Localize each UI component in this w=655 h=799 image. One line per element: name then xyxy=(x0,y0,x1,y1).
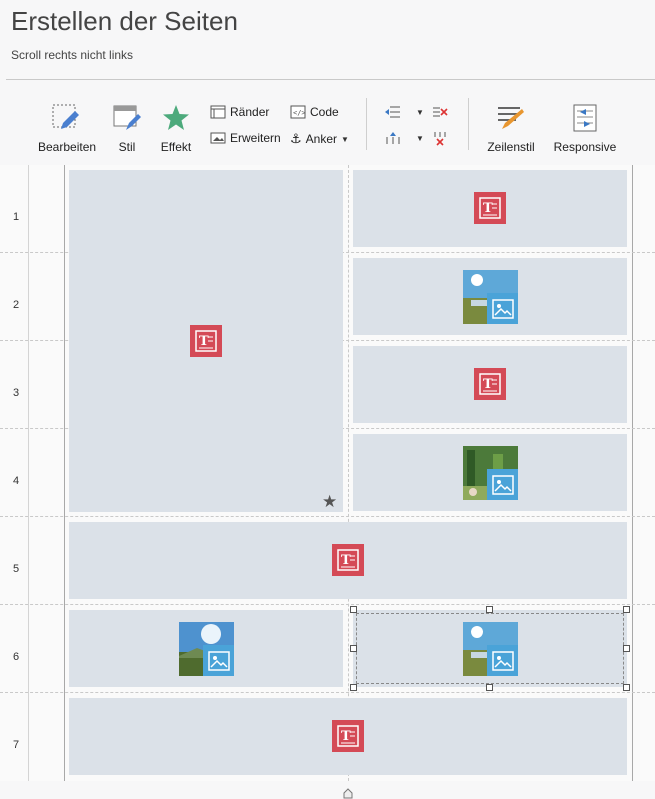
bearbeiten-button[interactable]: Bearbeiten xyxy=(38,103,97,154)
zeilenstil-label: Zeilenstil xyxy=(487,140,535,154)
resize-handle-nw[interactable] xyxy=(350,606,357,613)
borders-icon xyxy=(210,105,226,119)
star-icon[interactable]: ★ xyxy=(322,492,337,512)
resize-handle-se[interactable] xyxy=(623,684,630,691)
text-block-icon: T xyxy=(332,544,364,576)
image-cell[interactable] xyxy=(353,258,627,335)
insert-column-dropdown-icon[interactable]: ▼ xyxy=(416,108,424,117)
insert-row-dropdown-icon[interactable]: ▼ xyxy=(416,134,424,143)
column-divider xyxy=(348,165,349,781)
delete-column-icon xyxy=(433,107,448,117)
anchor-icon: ⚓ xyxy=(290,131,302,146)
bearbeiten-label: Bearbeiten xyxy=(38,140,97,154)
insert-row-icon xyxy=(386,132,400,144)
row-number: 2 xyxy=(12,299,20,311)
svg-text:T: T xyxy=(199,334,209,349)
image-cell[interactable] xyxy=(353,434,627,511)
image-thumbnail xyxy=(463,270,518,324)
stil-label: Stil xyxy=(118,140,136,154)
column-marker-icon[interactable] xyxy=(343,788,353,799)
resize-handle-e[interactable] xyxy=(623,645,630,652)
effekt-label: Effekt xyxy=(160,140,192,154)
image-block-icon xyxy=(487,293,518,324)
page-title: Erstellen der Seiten xyxy=(11,6,238,36)
code-icon: </> xyxy=(290,105,306,119)
svg-text:T: T xyxy=(483,377,493,392)
image-cell[interactable] xyxy=(69,610,343,687)
left-page-border xyxy=(64,165,65,781)
page-layout-grid: 1 2 3 4 5 6 7 T ★ T T T T xyxy=(0,165,655,781)
delete-row-icon xyxy=(434,132,446,146)
text-cell[interactable]: T xyxy=(353,346,627,423)
edit-icon xyxy=(52,104,79,129)
text-block-icon: T xyxy=(474,192,506,224)
image-thumbnail xyxy=(463,446,518,500)
resize-handle-ne[interactable] xyxy=(623,606,630,613)
responsive-label: Responsive xyxy=(553,140,617,154)
delete-column-button[interactable] xyxy=(432,105,448,122)
code-label: Code xyxy=(310,105,339,119)
selection-frame xyxy=(356,613,624,684)
resize-handle-w[interactable] xyxy=(350,645,357,652)
svg-text:</>: </> xyxy=(293,109,306,117)
row-divider xyxy=(0,604,655,605)
image-block-icon xyxy=(203,645,234,676)
style-icon xyxy=(113,105,141,130)
code-button[interactable]: </> Code xyxy=(290,105,339,119)
row-divider xyxy=(0,692,655,693)
row-number: 7 xyxy=(12,739,20,751)
right-page-border xyxy=(632,165,633,781)
text-block-icon: T xyxy=(474,368,506,400)
row-number: 5 xyxy=(12,563,20,575)
resize-handle-s[interactable] xyxy=(486,684,493,691)
toolbar-separator-2 xyxy=(468,98,469,150)
stil-button[interactable]: Stil xyxy=(112,103,142,154)
raender-label: Ränder xyxy=(230,105,270,119)
zeilenstil-button[interactable]: Zeilenstil xyxy=(485,103,537,154)
rownum-divider xyxy=(28,165,29,781)
erweitern-label: Erweitern xyxy=(230,131,281,145)
delete-row-button[interactable] xyxy=(432,131,448,150)
image-thumbnail xyxy=(179,622,234,676)
anker-dropdown-icon[interactable]: ▼ xyxy=(341,135,349,144)
svg-text:T: T xyxy=(341,553,351,568)
page-subtitle: Scroll rechts nicht links xyxy=(11,48,134,62)
row-number: 3 xyxy=(12,387,20,399)
expand-image-icon xyxy=(210,132,226,144)
anker-button[interactable]: ⚓ Anker ▼ xyxy=(290,131,349,147)
image-block-icon xyxy=(487,469,518,500)
insert-column-button[interactable]: ▼ xyxy=(384,105,424,119)
erweitern-button[interactable]: Erweitern xyxy=(210,131,281,145)
responsive-button[interactable]: Responsive xyxy=(553,103,617,154)
text-block-icon: T xyxy=(332,720,364,752)
responsive-icon xyxy=(573,104,597,132)
row-number: 1 xyxy=(12,211,20,223)
text-cell-large[interactable]: T ★ xyxy=(69,170,343,512)
row-divider xyxy=(0,516,655,517)
row-number: 4 xyxy=(12,475,20,487)
text-cell[interactable]: T xyxy=(353,170,627,247)
header-divider xyxy=(6,79,655,80)
text-cell-wide[interactable]: T xyxy=(69,522,627,599)
insert-column-icon xyxy=(385,106,400,118)
svg-text:T: T xyxy=(341,729,351,744)
insert-row-button[interactable]: ▼ xyxy=(384,131,424,145)
row-style-icon xyxy=(498,107,524,129)
raender-button[interactable]: Ränder xyxy=(210,105,269,119)
resize-handle-sw[interactable] xyxy=(350,684,357,691)
toolbar-separator xyxy=(366,98,367,150)
resize-handle-n[interactable] xyxy=(486,606,493,613)
anker-label: Anker xyxy=(305,132,338,146)
star-effect-icon xyxy=(163,105,189,130)
row-number: 6 xyxy=(12,651,20,663)
text-cell-wide[interactable]: T xyxy=(69,698,627,775)
svg-text:T: T xyxy=(483,201,493,216)
text-block-icon: T xyxy=(190,325,222,357)
effekt-button[interactable]: Effekt xyxy=(158,103,194,154)
